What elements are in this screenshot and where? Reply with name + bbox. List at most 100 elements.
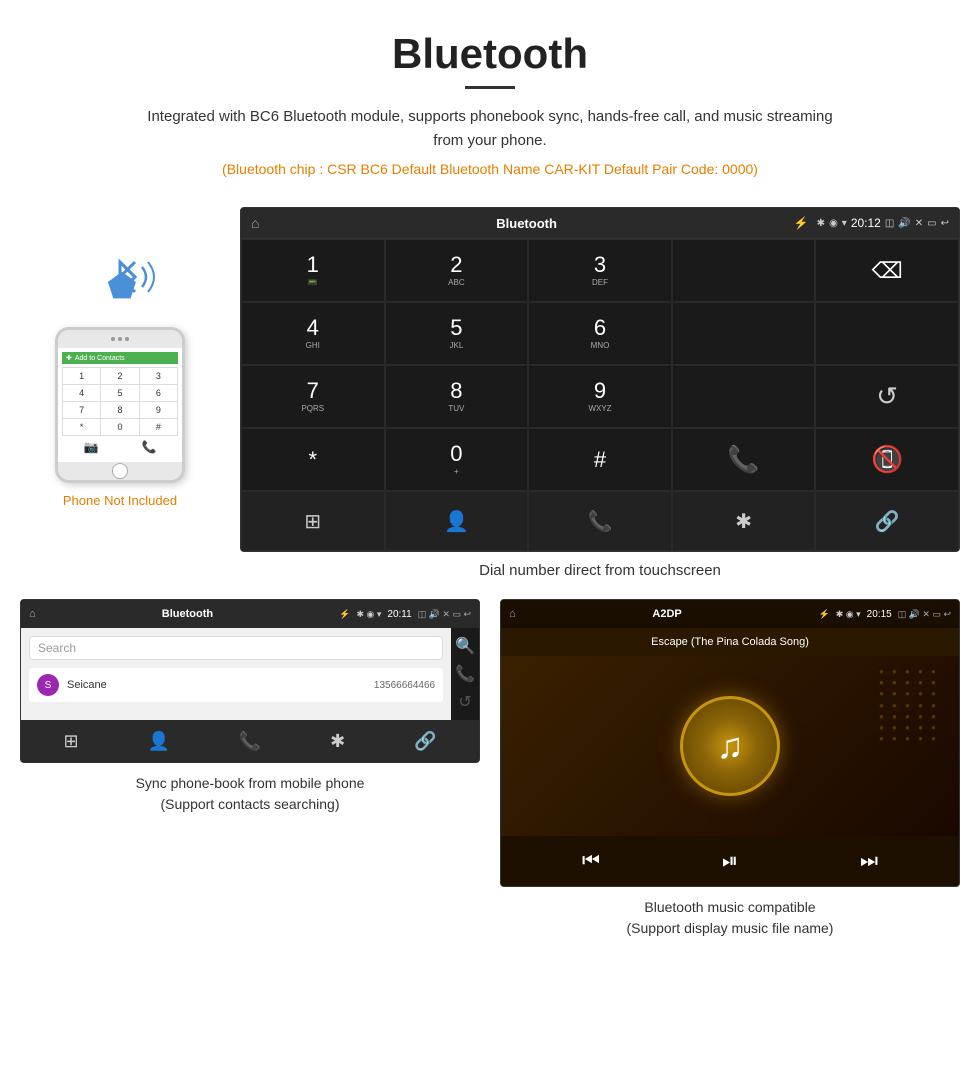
home-icon: ⌂ (251, 215, 259, 231)
pb-contact-name: Seicane (67, 679, 374, 691)
page-header: Bluetooth Integrated with BC6 Bluetooth … (0, 0, 980, 207)
pb-body-container: Search S Seicane 13566664466 🔍 📞 ↺ (21, 628, 479, 720)
wifi-icon: ▾ (842, 218, 847, 229)
bluetooth-waves-svg: ⬟ (80, 247, 160, 317)
music-next-icon[interactable]: ⏭ (860, 850, 878, 873)
music-note-icon: ♫ (717, 725, 744, 767)
phone-bottom-bar (58, 462, 182, 480)
phone-green-bar: ✚Add to Contacts (62, 352, 178, 364)
dial-status-bar: ⌂ Bluetooth ⚡ ✱ ◉ ▾ 20:12 ◫ 🔊 ✕ ▭ ↩ (241, 208, 959, 238)
pb-link-icon[interactable]: 🔗 (414, 731, 436, 752)
dial-key-8[interactable]: 8 TUV (385, 365, 529, 428)
dial-key-2[interactable]: 2 ABC (385, 239, 529, 302)
dial-key-contacts[interactable]: 👤 (385, 491, 529, 551)
dial-key-call[interactable]: 📞 (672, 428, 816, 491)
phone-not-included-label: Phone Not Included (63, 493, 177, 508)
dial-screen-container: ⌂ Bluetooth ⚡ ✱ ◉ ▾ 20:12 ◫ 🔊 ✕ ▭ ↩ (240, 207, 960, 599)
music-controls: ⏮ ⏯ ⏭ (501, 836, 959, 886)
usb-icon: ⚡ (794, 216, 809, 230)
pb-status-bar: ⌂ Bluetooth ⚡ ✱ ◉ ▾ 20:11 ◫ 🔊 ✕ ▭ ↩ (21, 600, 479, 628)
dial-key-star[interactable]: * (241, 428, 385, 491)
pb-search-row: Search (29, 636, 443, 660)
pb-contact-row: S Seicane 13566664466 (29, 668, 443, 702)
music-title-bar: Escape (The Pina Colada Song) (501, 628, 959, 656)
dial-caption: Dial number direct from touchscreen (240, 562, 960, 579)
dial-key-refresh[interactable]: ↺ (815, 365, 959, 428)
camera-icon: ◫ (885, 218, 894, 229)
dial-key-link[interactable]: 🔗 (815, 491, 959, 551)
music-album-art: ♫ (680, 696, 780, 796)
pb-right-icons: 🔍 📞 ↺ (451, 628, 479, 720)
music-time: 20:15 (867, 609, 892, 620)
dial-key-hash[interactable]: # (528, 428, 672, 491)
dial-key-backspace[interactable]: ⌫ (815, 239, 959, 302)
pb-refresh-right-icon[interactable]: ↺ (458, 692, 471, 712)
pb-bluetooth-icon[interactable]: ✱ (330, 731, 345, 752)
dial-key-1[interactable]: 1 📟 (241, 239, 385, 302)
pb-body: Search S Seicane 13566664466 (21, 628, 451, 720)
phone-key: 4 (63, 385, 100, 401)
pb-search-field[interactable]: Search (29, 636, 443, 660)
music-song-title: Escape (The Pina Colada Song) (651, 636, 809, 648)
dial-key-empty-3 (815, 302, 959, 365)
phone-key: 2 (101, 368, 138, 384)
bluetooth-specs: (Bluetooth chip : CSR BC6 Default Blueto… (20, 161, 960, 177)
dial-key-7[interactable]: 7 PQRS (241, 365, 385, 428)
pb-contacts-icon[interactable]: 👤 (147, 731, 169, 752)
dial-key-4[interactable]: 4 GHI (241, 302, 385, 365)
dial-key-3[interactable]: 3 DEF (528, 239, 672, 302)
pb-screen-title: Bluetooth (42, 608, 334, 620)
dial-key-grid[interactable]: ⊞ (241, 491, 385, 551)
dial-screen: ⌂ Bluetooth ⚡ ✱ ◉ ▾ 20:12 ◫ 🔊 ✕ ▭ ↩ (240, 207, 960, 552)
phonebook-screen: ⌂ Bluetooth ⚡ ✱ ◉ ▾ 20:11 ◫ 🔊 ✕ ▭ ↩ Sear… (20, 599, 480, 763)
phone-key: 0 (101, 419, 138, 435)
music-play-pause-icon[interactable]: ⏯ (722, 850, 738, 873)
phonebook-screenshot-item: ⌂ Bluetooth ⚡ ✱ ◉ ▾ 20:11 ◫ 🔊 ✕ ▭ ↩ Sear… (20, 599, 480, 939)
pb-contact-avatar: S (37, 674, 59, 696)
pb-call-right-icon[interactable]: 📞 (455, 664, 475, 684)
volume-icon: 🔊 (898, 218, 910, 229)
dial-key-bluetooth[interactable]: ✱ (672, 491, 816, 551)
bluetooth-wave-container: ⬟ (80, 247, 160, 317)
pb-phone-icon[interactable]: 📞 (239, 731, 261, 752)
page-title: Bluetooth (20, 30, 960, 78)
location-icon: ◉ (829, 218, 838, 229)
dial-key-phone[interactable]: 📞 (528, 491, 672, 551)
music-body: ♫ ● ● ● ● ●● ● ● ● ●● ● ● ● ●● ● ● ● ●● … (501, 656, 959, 836)
phone-key: 6 (140, 385, 177, 401)
dial-screen-title: Bluetooth (267, 216, 785, 231)
phone-key: 3 (140, 368, 177, 384)
screen-icon: ▭ (927, 218, 936, 229)
phone-key: * (63, 419, 100, 435)
phonebook-caption: Sync phone-book from mobile phone(Suppor… (20, 773, 480, 815)
phone-screen: ✚Add to Contacts 1 2 3 4 5 6 7 8 9 * 0 # (58, 348, 182, 462)
music-visualizer: ● ● ● ● ●● ● ● ● ●● ● ● ● ●● ● ● ● ●● ● … (879, 666, 939, 744)
phone-dot (111, 337, 115, 341)
time-display: 20:12 (851, 216, 881, 230)
dial-key-9[interactable]: 9 WXYZ (528, 365, 672, 428)
pb-time: 20:11 (387, 609, 411, 620)
music-screenshot-item: ⌂ A2DP ⚡ ✱ ◉ ▾ 20:15 ◫ 🔊 ✕ ▭ ↩ Escape (T… (500, 599, 960, 939)
bluetooth-status-icon: ✱ (817, 218, 825, 229)
status-icons: ✱ ◉ ▾ 20:12 ◫ 🔊 ✕ ▭ ↩ (817, 216, 949, 230)
dial-key-0[interactable]: 0 + (385, 428, 529, 491)
phone-key: 5 (101, 385, 138, 401)
music-status-bar: ⌂ A2DP ⚡ ✱ ◉ ▾ 20:15 ◫ 🔊 ✕ ▭ ↩ (501, 600, 959, 628)
pb-search-right-icon[interactable]: 🔍 (455, 636, 475, 656)
title-underline (465, 86, 515, 89)
dial-key-5[interactable]: 5 JKL (385, 302, 529, 365)
dial-key-6[interactable]: 6 MNO (528, 302, 672, 365)
music-screen: ⌂ A2DP ⚡ ✱ ◉ ▾ 20:15 ◫ 🔊 ✕ ▭ ↩ Escape (T… (500, 599, 960, 887)
phone-key: 7 (63, 402, 100, 418)
dial-keypad: 1 📟 2 ABC 3 DEF ⌫ 4 GHI (241, 238, 959, 551)
dial-key-end[interactable]: 📵 (815, 428, 959, 491)
phone-mockup-area: ⬟ (20, 207, 220, 508)
phone-key: 1 (63, 368, 100, 384)
x-icon: ✕ (915, 218, 923, 229)
phone-home-btn (112, 463, 128, 479)
pb-grid-icon[interactable]: ⊞ (63, 731, 78, 752)
phone-key: 8 (101, 402, 138, 418)
music-prev-icon[interactable]: ⏮ (582, 850, 600, 873)
music-screen-title: A2DP (522, 608, 813, 620)
dial-key-empty-2 (672, 302, 816, 365)
